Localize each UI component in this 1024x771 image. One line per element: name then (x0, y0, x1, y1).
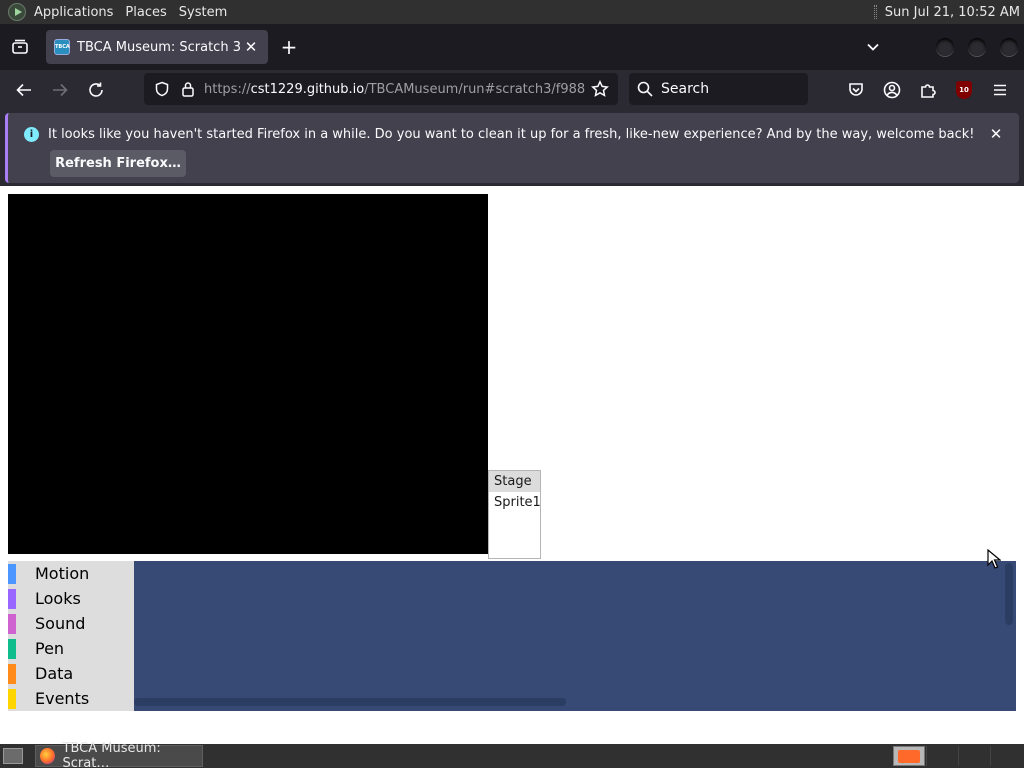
url-host: cst1229.github.io (250, 81, 365, 97)
hamburger-menu-icon (994, 84, 1006, 96)
workspace-switcher-1[interactable] (893, 746, 925, 766)
page-content: Stage Sprite1 Motion Looks Sound Pen Dat… (0, 186, 1024, 744)
tracking-shield-icon[interactable] (152, 79, 172, 99)
reload-button[interactable] (82, 76, 110, 104)
applications-icon[interactable] (8, 3, 26, 21)
pocket-icon (849, 83, 863, 96)
panel-right: Sun Jul 21, 10:52 AM (873, 0, 1024, 24)
menu-places[interactable]: Places (119, 0, 172, 24)
category-label: Pen (35, 639, 65, 658)
panel-separator (873, 5, 877, 19)
sprite-list: Stage Sprite1 (488, 470, 541, 559)
ublock-shield-icon: 10 (956, 81, 972, 99)
workspace-switcher-3[interactable] (958, 746, 990, 766)
tab-title: TBCA Museum: Scratch 3.0 (77, 39, 242, 55)
tab-strip: TBCA TBCA Museum: Scratch 3.0 ✕ + (0, 24, 1024, 70)
back-button[interactable] (10, 76, 38, 104)
info-icon: i (24, 127, 39, 142)
refresh-firefox-button[interactable]: Refresh Firefox… (50, 150, 186, 177)
tab-favicon-icon: TBCA (54, 39, 70, 55)
forward-arrow-icon (53, 83, 68, 97)
sprite-item-stage[interactable]: Stage (489, 471, 540, 492)
navigation-bar: https://cst1229.github.io/TBCAMuseum/run… (0, 70, 1024, 110)
chevron-down-icon[interactable] (862, 36, 884, 58)
puzzle-piece-icon (921, 84, 936, 98)
category-label: Sound (35, 614, 86, 633)
forward-button[interactable] (46, 76, 74, 104)
reload-icon (89, 82, 103, 97)
taskbar-window-firefox[interactable]: TBCA Museum: Scrat… (35, 741, 203, 771)
url-path: /TBCAMuseum/run#scratch3/f9880 (364, 81, 586, 97)
new-tab-plus-icon[interactable]: + (278, 35, 300, 59)
category-looks[interactable]: Looks (8, 586, 134, 611)
url-text[interactable]: https://cst1229.github.io/TBCAMuseum/run… (204, 82, 586, 97)
workspace-vertical-scrollbar[interactable] (1005, 563, 1013, 625)
tab-active[interactable]: TBCA TBCA Museum: Scratch 3.0 ✕ (46, 30, 268, 64)
url-bar[interactable]: https://cst1229.github.io/TBCAMuseum/run… (144, 73, 618, 105)
category-color-swatch (8, 563, 16, 584)
category-color-swatch (8, 638, 16, 659)
close-icon[interactable]: ✕ (987, 125, 1005, 143)
sprite-item-sprite1[interactable]: Sprite1 (489, 492, 541, 513)
tab-close-icon[interactable]: ✕ (242, 38, 260, 56)
category-label: Data (35, 664, 74, 683)
search-bar[interactable]: Search (629, 73, 808, 105)
account-icon (883, 81, 901, 99)
minimize-window-button[interactable] (936, 38, 954, 56)
category-color-swatch (8, 688, 16, 709)
category-label: Looks (35, 589, 81, 608)
category-label: Events (35, 689, 90, 708)
scratch-stage-canvas[interactable] (8, 194, 488, 554)
pocket-button[interactable] (842, 76, 870, 104)
category-data[interactable]: Data (8, 661, 134, 686)
mouse-pointer-icon (987, 549, 1001, 569)
notification-message: It looks like you haven't started Firefo… (48, 127, 975, 142)
workspace-horizontal-scrollbar[interactable] (134, 698, 566, 706)
bookmark-star-icon[interactable] (590, 79, 610, 99)
firefox-icon (40, 748, 55, 764)
category-sound[interactable]: Sound (8, 611, 134, 636)
back-arrow-icon (16, 83, 31, 97)
category-color-swatch (8, 613, 16, 634)
category-pen[interactable]: Pen (8, 636, 134, 661)
firefox-view-icon (12, 39, 28, 54)
url-prefix: https:// (204, 81, 251, 97)
workspace-window-thumb (898, 750, 920, 763)
maximize-window-button[interactable] (968, 38, 986, 56)
refresh-firefox-notification: i It looks like you haven't started Fire… (5, 113, 1019, 183)
code-workspace[interactable] (134, 561, 1016, 711)
category-color-swatch (8, 663, 16, 684)
notification-area: i It looks like you haven't started Fire… (0, 110, 1024, 186)
workspace-switcher-4[interactable] (990, 746, 1022, 766)
category-color-swatch (8, 588, 16, 609)
category-motion[interactable]: Motion (8, 561, 134, 586)
bottom-taskbar: TBCA Museum: Scrat… (0, 741, 1024, 771)
search-icon (637, 81, 653, 97)
workspace-switcher-2[interactable] (926, 746, 958, 766)
taskbar-window-title: TBCA Museum: Scrat… (62, 741, 161, 771)
extensions-button[interactable] (914, 76, 942, 104)
close-window-button[interactable] (1000, 38, 1018, 56)
top-panel: Applications Places System Sun Jul 21, 1… (0, 0, 1024, 24)
lock-icon[interactable] (178, 79, 198, 99)
show-desktop-icon[interactable] (3, 748, 23, 764)
app-menu-button[interactable] (986, 76, 1014, 104)
category-label: Motion (35, 564, 90, 583)
search-placeholder: Search (661, 81, 710, 97)
block-category-menu: Motion Looks Sound Pen Data Events (8, 561, 134, 711)
account-button[interactable] (878, 76, 906, 104)
menu-applications[interactable]: Applications (28, 0, 119, 24)
clock[interactable]: Sun Jul 21, 10:52 AM (885, 5, 1020, 20)
firefox-view-button[interactable] (4, 31, 36, 63)
category-events[interactable]: Events (8, 686, 134, 711)
ublock-origin-button[interactable]: 10 (950, 76, 978, 104)
menu-system[interactable]: System (173, 0, 233, 24)
